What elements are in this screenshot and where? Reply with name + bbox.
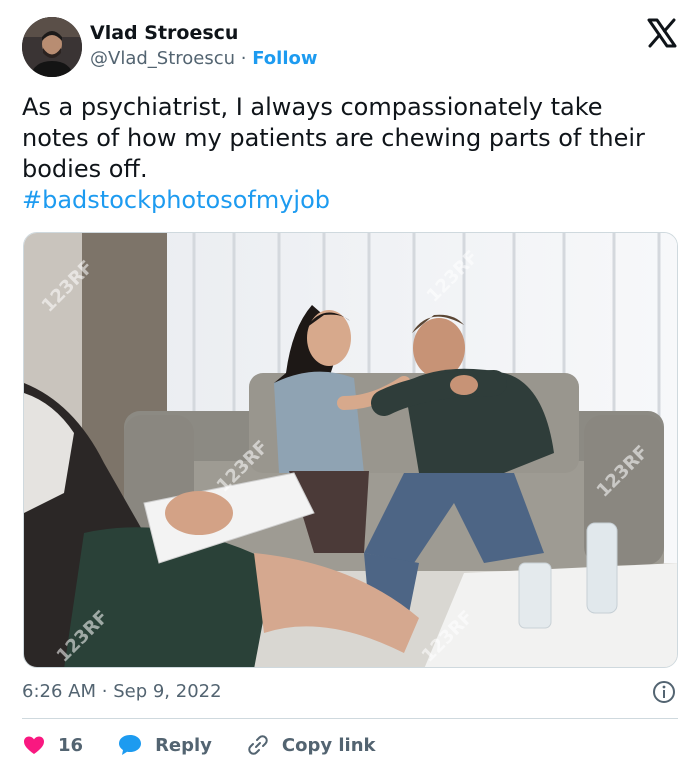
tweet-time: 6:26 AM: [22, 681, 96, 702]
tweet-date: Sep 9, 2022: [113, 681, 222, 702]
handle-separator: ·: [240, 48, 247, 69]
info-icon[interactable]: [652, 680, 676, 704]
reply-button[interactable]: Reply: [117, 733, 212, 757]
x-logo-icon[interactable]: [646, 17, 678, 49]
reply-bubble-icon: [119, 735, 142, 755]
author-display-name[interactable]: Vlad Stroescu: [90, 22, 238, 44]
avatar-photo: [22, 17, 82, 77]
like-button[interactable]: 16: [22, 733, 83, 757]
copy-link-button[interactable]: Copy link: [246, 733, 376, 757]
hashtag-link[interactable]: #badstockphotosofmyjob: [22, 185, 672, 216]
tweet-body: As a psychiatrist, I always compassionat…: [22, 93, 645, 183]
reply-label: Reply: [155, 734, 212, 756]
tweet-text: As a psychiatrist, I always compassionat…: [22, 92, 672, 216]
tweet-timestamp[interactable]: 6:26 AM · Sep 9, 2022: [22, 681, 222, 702]
tweet-embed-card: Vlad Stroescu @Vlad_Stroescu · Follow As…: [0, 0, 700, 771]
avatar[interactable]: [22, 17, 82, 77]
heart-icon: [24, 736, 44, 754]
like-count: 16: [58, 734, 84, 756]
date-separator: ·: [101, 681, 108, 702]
link-icon: [248, 735, 268, 755]
author-handle-row: @Vlad_Stroescu · Follow: [90, 48, 318, 69]
follow-button[interactable]: Follow: [252, 48, 317, 69]
stock-photo: 123RF 123RF 123RF 123RF 123RF 123RF: [24, 233, 677, 667]
tweet-actions: 16 Reply Copy link: [22, 730, 410, 760]
tweet-media-photo[interactable]: 123RF 123RF 123RF 123RF 123RF 123RF: [23, 232, 678, 668]
author-handle[interactable]: @Vlad_Stroescu: [90, 48, 235, 69]
divider: [22, 718, 678, 719]
copy-link-label: Copy link: [281, 734, 376, 756]
